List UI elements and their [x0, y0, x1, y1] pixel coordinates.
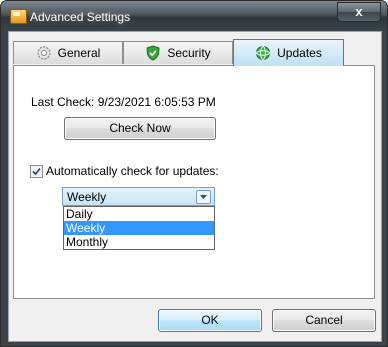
tab-label: General — [57, 46, 101, 60]
tab-strip: General Security Updates — [13, 39, 375, 66]
tab-general[interactable]: General — [13, 41, 123, 64]
cancel-button[interactable]: Cancel — [272, 309, 376, 332]
tab-label: Updates — [277, 46, 322, 60]
dialog-body: General Security Updates Last Check: 9/2… — [8, 31, 382, 342]
frequency-select[interactable]: Weekly — [62, 187, 215, 206]
auto-check-row[interactable]: Automatically check for updates: — [30, 164, 219, 178]
globe-icon — [255, 45, 271, 61]
dropdown-option-weekly[interactable]: Weekly — [64, 221, 214, 235]
ok-button[interactable]: OK — [158, 309, 262, 332]
check-now-button[interactable]: Check Now — [64, 117, 216, 140]
dropdown-option-monthly[interactable]: Monthly — [64, 235, 214, 249]
dropdown-option-daily[interactable]: Daily — [64, 207, 214, 221]
title-bar[interactable]: Advanced Settings x — [1, 1, 387, 31]
close-button[interactable]: x — [337, 2, 381, 22]
window-title: Advanced Settings — [30, 10, 131, 24]
tab-security[interactable]: Security — [123, 41, 233, 64]
gear-icon — [36, 45, 52, 61]
chevron-down-icon[interactable] — [196, 190, 211, 204]
auto-check-checkbox[interactable] — [30, 164, 43, 178]
frequency-selected-value: Weekly — [67, 190, 107, 204]
checkmark-icon — [32, 167, 41, 175]
last-check-text: Last Check: 9/23/2021 6:05:53 PM — [31, 95, 216, 109]
updates-panel: Last Check: 9/23/2021 6:05:53 PM Check N… — [13, 65, 375, 299]
frequency-dropdown-list: Daily Weekly Monthly — [63, 206, 215, 250]
shield-icon — [145, 45, 161, 61]
settings-window: Advanced Settings x General Security Upd… — [0, 0, 388, 347]
app-icon — [10, 9, 27, 24]
tab-updates[interactable]: Updates — [233, 39, 344, 66]
auto-check-label: Automatically check for updates: — [46, 164, 219, 178]
tab-label: Security — [167, 46, 211, 60]
